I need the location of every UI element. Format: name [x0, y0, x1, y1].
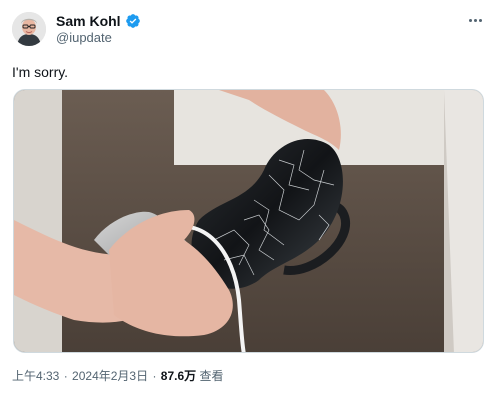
tweet-meta: 上午4:33 · 2024年2月3日 · 87.6万 查看: [12, 368, 224, 384]
author-handle[interactable]: @iupdate: [56, 30, 112, 46]
photo-shattered-visor: [14, 90, 483, 352]
tweet-text: I'm sorry.: [12, 64, 69, 80]
meta-separator: ·: [63, 369, 68, 383]
more-options-icon[interactable]: [465, 12, 485, 28]
avatar[interactable]: [12, 12, 46, 46]
views-label: 查看: [199, 369, 224, 383]
author-name-row[interactable]: Sam Kohl: [56, 12, 141, 30]
tweet-card: Sam Kohl @iupdate I'm sorry. 上午4:33 · 20…: [0, 0, 495, 401]
tweet-time[interactable]: 上午4:33: [12, 369, 59, 383]
author-display-name[interactable]: Sam Kohl: [56, 12, 121, 30]
tweet-media-image[interactable]: [13, 89, 484, 353]
meta-separator: ·: [152, 369, 157, 383]
views-count: 87.6万: [160, 369, 197, 383]
avatar-image: [12, 12, 46, 46]
tweet-date[interactable]: 2024年2月3日: [72, 369, 148, 383]
verified-badge-icon: [125, 13, 141, 29]
